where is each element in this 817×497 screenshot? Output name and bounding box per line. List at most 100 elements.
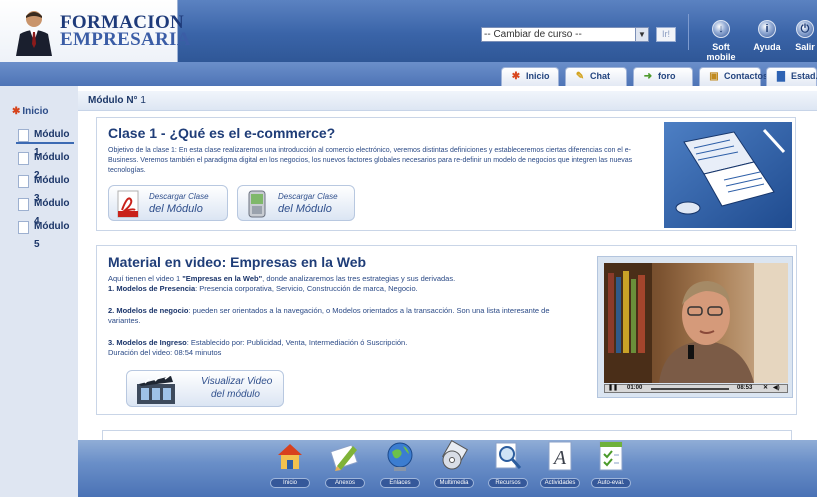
course-select-value: -- Cambiar de curso -- (484, 29, 582, 40)
soft-mobile-label: Soft mobile (706, 42, 736, 62)
logo[interactable]: FORMACION EMPRESARIA (0, 0, 190, 62)
bottom-tool-label: Enlaces (380, 478, 420, 488)
sidebar-item-label: Módulo 5 (34, 221, 70, 250)
magnifier-icon (495, 442, 522, 469)
bottom-tool-label: Actividades (540, 478, 580, 488)
sidebar-bottom (0, 432, 78, 497)
close-icon[interactable]: ✕ (763, 385, 768, 392)
download-mobile-button[interactable]: Descargar Clase del Módulo (237, 185, 355, 221)
chevron-down-icon[interactable]: ▼ (635, 28, 648, 41)
businessman-logo-icon (16, 11, 52, 56)
view-video-line1: Visualizar Video (201, 376, 273, 387)
video-intro-prefix: Aquí tienen el video 1 (108, 274, 183, 283)
bottom-tool-autoeval[interactable]: Auto-eval. (591, 440, 631, 488)
bottom-tool-label: Anexos (325, 478, 365, 488)
exit-button[interactable]: ⏻ Salir (793, 20, 817, 52)
sidebar-item-modulo-3[interactable]: Módulo 3 (16, 172, 74, 204)
video-intro-bold: "Empresas en la Web" (182, 274, 263, 283)
tab-estad[interactable]: ▇ Estad. (766, 67, 817, 86)
go-button[interactable]: Ir! (656, 27, 676, 42)
bottom-tool-anexos[interactable]: Anexos (325, 440, 365, 488)
view-video-button[interactable]: Visualizar Video del módulo (126, 370, 284, 407)
contacts-icon: ▣ (709, 71, 719, 82)
document-icon (18, 152, 29, 165)
logo-text: FORMACION EMPRESARIA (60, 13, 191, 50)
module-header: Módulo N° 1 (78, 91, 817, 111)
clase-title: Clase 1 - ¿Qué es el e-commerce? (108, 125, 336, 141)
video-current-time: 01:00 (627, 385, 643, 391)
video-intro-suffix: , donde analizaremos las tres estrategia… (262, 274, 456, 283)
power-circle-icon: ⏻ (796, 20, 814, 38)
video-panel: Material en video: Empresas en la Web Aq… (96, 245, 797, 415)
tab-bar: ✱ Inicio ✎ Chat ➜ foro ▣ Contactos ▇ Est… (0, 62, 817, 86)
sidebar-item-inicio[interactable]: ✱ Inicio (12, 106, 49, 117)
model-2-title: 2. Modelos de negocio (108, 306, 189, 315)
model-1-title: 1. Modelos de Presencia (108, 284, 196, 293)
sidebar-item-modulo-4[interactable]: Módulo 4 (16, 195, 74, 227)
bottom-tool-actividades[interactable]: A Actividades (540, 440, 580, 488)
tab-foro[interactable]: ➜ foro (633, 67, 693, 86)
stats-icon: ▇ (777, 71, 785, 82)
volume-icon[interactable]: ◀) (773, 385, 780, 392)
bottom-tool-inicio[interactable]: Inicio (270, 440, 310, 488)
exit-label: Salir (795, 42, 815, 52)
bottom-tool-recursos[interactable]: Recursos (488, 440, 528, 488)
study-books-illustration (664, 122, 792, 228)
view-video-line2: del módulo (211, 389, 260, 400)
bottom-tool-label: Auto-eval. (591, 478, 631, 488)
module-number: 1 (140, 95, 146, 106)
info-circle-icon: i (758, 20, 776, 38)
course-select[interactable]: -- Cambiar de curso -- ▼ (481, 27, 649, 42)
tab-inicio[interactable]: ✱ Inicio (501, 67, 559, 86)
model-3-title: 3. Modelos de Ingreso (108, 338, 187, 347)
pdf-icon (117, 190, 139, 218)
clase-description: Objetivo de la clase 1: En esta clase re… (108, 147, 633, 174)
sidebar-item-modulo-1[interactable]: Módulo 1 (16, 126, 74, 158)
bottom-toolbar: Inicio Anexos Enlaces Multimedia Recurso… (78, 440, 817, 497)
document-icon (18, 198, 29, 211)
bottom-tool-multimedia[interactable]: Multimedia (434, 440, 474, 488)
tab-chat[interactable]: ✎ Chat (565, 67, 627, 86)
clase-panel: Clase 1 - ¿Qué es el e-commerce? Objetiv… (96, 117, 796, 231)
chat-icon: ✎ (575, 71, 585, 82)
pause-icon[interactable]: ❚❚ (608, 385, 618, 392)
header-divider (688, 14, 689, 50)
video-screen[interactable] (604, 263, 788, 383)
tab-label: Inicio (526, 71, 550, 81)
download-circle-icon: ↓ (712, 20, 730, 38)
download-pdf-button[interactable]: Descargar Clase del Módulo (108, 185, 228, 221)
tab-contactos[interactable]: ▣ Contactos (699, 67, 768, 86)
sidebar-item-modulo-5[interactable]: Módulo 5 (16, 218, 74, 250)
sidebar-item-modulo-2[interactable]: Módulo 2 (16, 149, 74, 181)
document-icon (18, 221, 29, 234)
disc-icon (442, 440, 468, 470)
help-label: Ayuda (753, 42, 781, 52)
model-1-text: : Presencia corporativa, Servicio, Const… (195, 284, 418, 293)
help-button[interactable]: i Ayuda (752, 20, 782, 52)
document-icon (18, 175, 29, 188)
logo-line-2: EMPRESARIA (60, 29, 191, 50)
video-section-title: Material en video: Empresas en la Web (108, 254, 367, 270)
video-intro: Aquí tienen el video 1 "Empresas en la W… (108, 274, 583, 294)
module-label: Módulo N° (88, 95, 138, 106)
bottom-tool-enlaces[interactable]: Enlaces (380, 440, 420, 488)
home-icon (278, 444, 302, 469)
top-header: FORMACION EMPRESARIA -- Cambiar de curso… (0, 0, 817, 62)
svg-text:A: A (552, 447, 567, 469)
presenter-video-frame (604, 263, 788, 383)
download-mobile-line1: Descargar Clase (278, 192, 338, 201)
soft-mobile-button[interactable]: ↓ Soft mobile (698, 20, 744, 62)
checklist-icon (599, 441, 623, 471)
tab-label: Contactos (724, 71, 769, 81)
video-progress-bar[interactable] (651, 388, 729, 390)
download-pdf-line2: del Módulo (149, 203, 203, 215)
pencil-icon (330, 444, 358, 471)
home-icon: ✱ (12, 106, 21, 117)
main-content: Módulo N° 1 Clase 1 - ¿Qué es el e-comme… (78, 86, 817, 442)
video-controls[interactable]: ❚❚ 01:00 08:53 ✕ ◀) (604, 384, 788, 393)
film-clapper-icon (137, 375, 175, 404)
tab-label: Estad. (791, 71, 817, 81)
globe-icon (387, 442, 413, 471)
video-player[interactable]: ❚❚ 01:00 08:53 ✕ ◀) (597, 256, 793, 398)
tab-label: Chat (590, 71, 610, 81)
